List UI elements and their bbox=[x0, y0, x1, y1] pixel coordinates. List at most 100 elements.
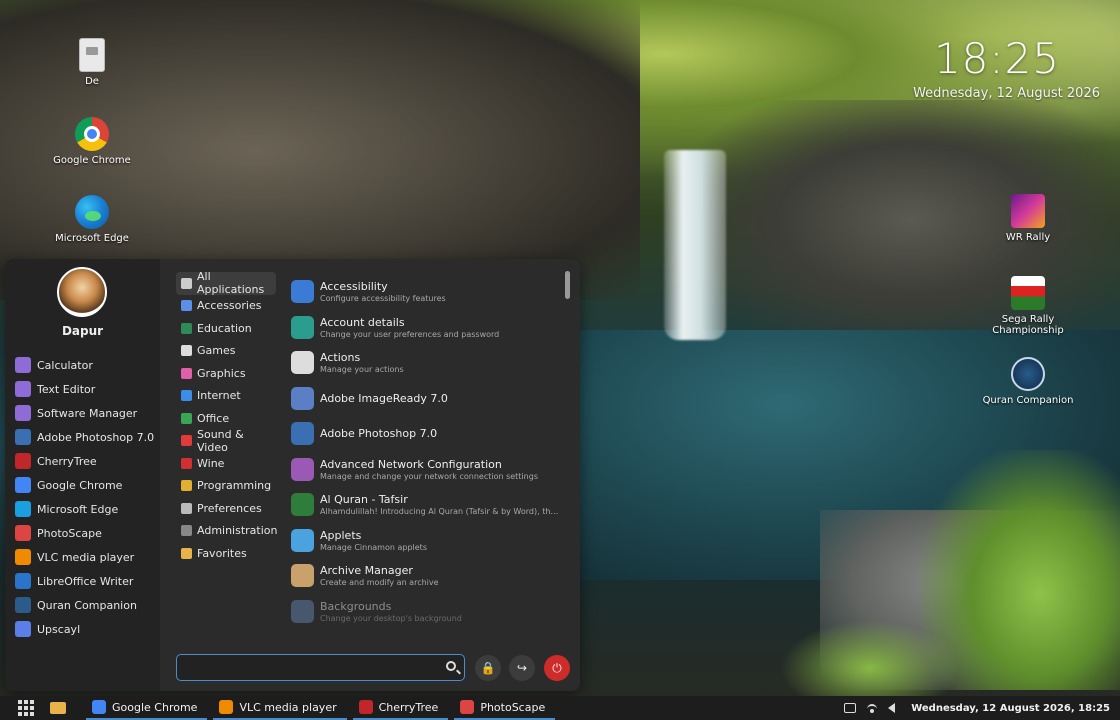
chrome-icon bbox=[15, 477, 31, 493]
favorite-item[interactable]: Adobe Photoshop 7.0 bbox=[15, 425, 154, 449]
menu-left-panel: Dapur Calculator Text Editor Software Mana… bbox=[5, 259, 160, 691]
chrome-icon bbox=[92, 700, 106, 714]
favorite-item[interactable]: CherryTree bbox=[15, 449, 154, 473]
app-text: Advanced Network Configuration Manage and… bbox=[320, 458, 538, 481]
power-button[interactable]: ⏻ bbox=[544, 655, 570, 681]
category-label: Sound & Video bbox=[197, 427, 244, 454]
desktop-icon-label: Microsoft Edge bbox=[55, 233, 129, 244]
lock-button[interactable]: 🔒 bbox=[475, 655, 501, 681]
favorite-label: CherryTree bbox=[37, 454, 97, 468]
desktop-icon-de[interactable]: De bbox=[37, 38, 147, 87]
category-item[interactable]: Programming bbox=[176, 475, 276, 498]
favorite-item[interactable]: Software Manager bbox=[15, 401, 154, 425]
volume-icon[interactable] bbox=[888, 703, 896, 713]
category-item[interactable]: Wine bbox=[176, 452, 276, 475]
favorite-item[interactable]: VLC media player bbox=[15, 545, 154, 569]
app-name: Archive Manager bbox=[320, 564, 413, 578]
app-item[interactable]: Account details Change your user preferen… bbox=[291, 310, 559, 346]
favorite-item[interactable]: Calculator bbox=[15, 353, 154, 377]
category-item[interactable]: Internet bbox=[176, 385, 276, 408]
app-item[interactable]: Actions Manage your actions bbox=[291, 345, 559, 381]
category-item[interactable]: Administration bbox=[176, 520, 278, 543]
app-item[interactable]: Applets Manage Cinnamon applets bbox=[291, 523, 559, 559]
desktop-icon-wr-rally[interactable]: WR Rally bbox=[973, 194, 1083, 243]
quran-icon bbox=[1011, 357, 1045, 391]
vlc-icon bbox=[219, 700, 234, 714]
wine-icon bbox=[181, 457, 192, 469]
desktop-icon-label: WR Rally bbox=[1005, 232, 1051, 243]
taskbar-clock[interactable]: Wednesday, 12 August 2026, 18:25 bbox=[911, 703, 1110, 714]
calculator-icon bbox=[15, 357, 31, 373]
taskbar-window-label: VLC media player bbox=[239, 700, 337, 714]
favorite-item[interactable]: Quran Companion bbox=[15, 593, 154, 617]
category-item[interactable]: Office bbox=[176, 407, 276, 430]
edge-icon bbox=[15, 501, 31, 517]
taskbar-window-button[interactable]: VLC media player bbox=[213, 696, 347, 720]
folder-icon[interactable] bbox=[50, 702, 66, 714]
app-item[interactable]: Adobe Photoshop 7.0 bbox=[291, 416, 559, 452]
taskbar-window-button[interactable]: PhotoScape bbox=[454, 696, 556, 720]
favorite-label: Text Editor bbox=[37, 382, 96, 396]
favorite-item[interactable]: Text Editor bbox=[15, 377, 154, 401]
favorite-label: Microsoft Edge bbox=[37, 502, 119, 516]
display-icon[interactable] bbox=[844, 703, 857, 713]
office-icon bbox=[181, 412, 192, 424]
favorite-item[interactable]: LibreOffice Writer bbox=[15, 569, 154, 593]
taskbar-window-label: CherryTree bbox=[378, 700, 439, 714]
taskbar-window-label: PhotoScape bbox=[480, 700, 546, 714]
app-text: Accessibility Configure accessibility fea… bbox=[320, 280, 446, 303]
desktop-icon-sega-rally[interactable]: Sega Rally Championship bbox=[973, 276, 1083, 336]
favorites-icon bbox=[181, 547, 192, 559]
category-item[interactable]: Games bbox=[176, 340, 276, 363]
category-item[interactable]: Accessories bbox=[176, 295, 276, 318]
app-description: Change your desktop's background bbox=[320, 613, 462, 623]
category-item[interactable]: Graphics bbox=[176, 362, 276, 385]
taskbar-window-button[interactable]: CherryTree bbox=[352, 696, 449, 720]
search-input[interactable] bbox=[184, 655, 428, 680]
favorite-item[interactable]: Microsoft Edge bbox=[15, 497, 154, 521]
username: Dapur bbox=[61, 324, 104, 338]
app-description: Manage and change your network connectio… bbox=[320, 471, 538, 481]
desktop-icon-quran-companion[interactable]: Quran Companion bbox=[973, 357, 1083, 406]
app-text: Account details Change your user preferen… bbox=[320, 316, 499, 339]
app-item[interactable]: Al Quran - Tafsir Alhamdulillah! Introduc… bbox=[291, 487, 559, 523]
logout-button[interactable]: ↪ bbox=[509, 655, 535, 681]
favorite-item[interactable]: Upscayl bbox=[15, 617, 154, 641]
menu-grid-icon[interactable] bbox=[18, 700, 34, 716]
desktop-icon-chrome[interactable]: Google Chrome bbox=[37, 117, 147, 166]
taskbar-window-label: Google Chrome bbox=[112, 700, 198, 714]
category-item[interactable]: Preferences bbox=[176, 497, 276, 520]
category-item[interactable]: Education bbox=[176, 317, 276, 340]
app-item[interactable]: Accessibility Configure accessibility fea… bbox=[291, 274, 559, 310]
app-item[interactable]: Advanced Network Configuration Manage and… bbox=[291, 452, 559, 488]
taskbar-window-button[interactable]: Google Chrome bbox=[86, 696, 208, 720]
grid-icon bbox=[181, 277, 192, 289]
text-editor-icon bbox=[15, 381, 31, 397]
accessibility-icon bbox=[291, 280, 314, 304]
category-item[interactable]: Favorites bbox=[176, 542, 276, 565]
app-list-scrollbar[interactable] bbox=[565, 271, 570, 299]
app-item[interactable]: Adobe ImageReady 7.0 bbox=[291, 381, 559, 417]
account-icon bbox=[291, 315, 314, 339]
category-item[interactable]: All Applications bbox=[176, 270, 276, 297]
desktop-icon-edge[interactable]: Microsoft Edge bbox=[37, 195, 147, 244]
preferences-icon bbox=[181, 502, 192, 514]
upscayl-icon bbox=[15, 621, 31, 637]
favorite-item[interactable]: Google Chrome bbox=[15, 473, 154, 497]
wifi-icon[interactable] bbox=[866, 703, 878, 713]
wallpaper-waterfall bbox=[664, 150, 726, 340]
search-box[interactable] bbox=[176, 654, 465, 681]
taskbar: Google Chrome VLC media player CherryTree P… bbox=[0, 696, 1120, 720]
network-icon bbox=[291, 457, 314, 481]
app-item[interactable]: Backgrounds Change your desktop's backgro… bbox=[291, 594, 559, 625]
avatar[interactable] bbox=[57, 267, 107, 317]
app-description: Alhamdulillah! Introducing Al Quran (Taf… bbox=[320, 507, 559, 517]
favorite-item[interactable]: PhotoScape bbox=[15, 521, 154, 545]
app-item[interactable]: Archive Manager Create and modify an arch… bbox=[291, 558, 559, 594]
category-item[interactable]: Sound & Video bbox=[176, 427, 276, 454]
app-name: Applets bbox=[320, 528, 362, 542]
graphics-icon bbox=[181, 367, 192, 379]
search-icon[interactable] bbox=[446, 661, 456, 671]
category-label: All Applications bbox=[197, 270, 265, 297]
category-list: All Applications Accessories Education Game… bbox=[176, 270, 278, 565]
